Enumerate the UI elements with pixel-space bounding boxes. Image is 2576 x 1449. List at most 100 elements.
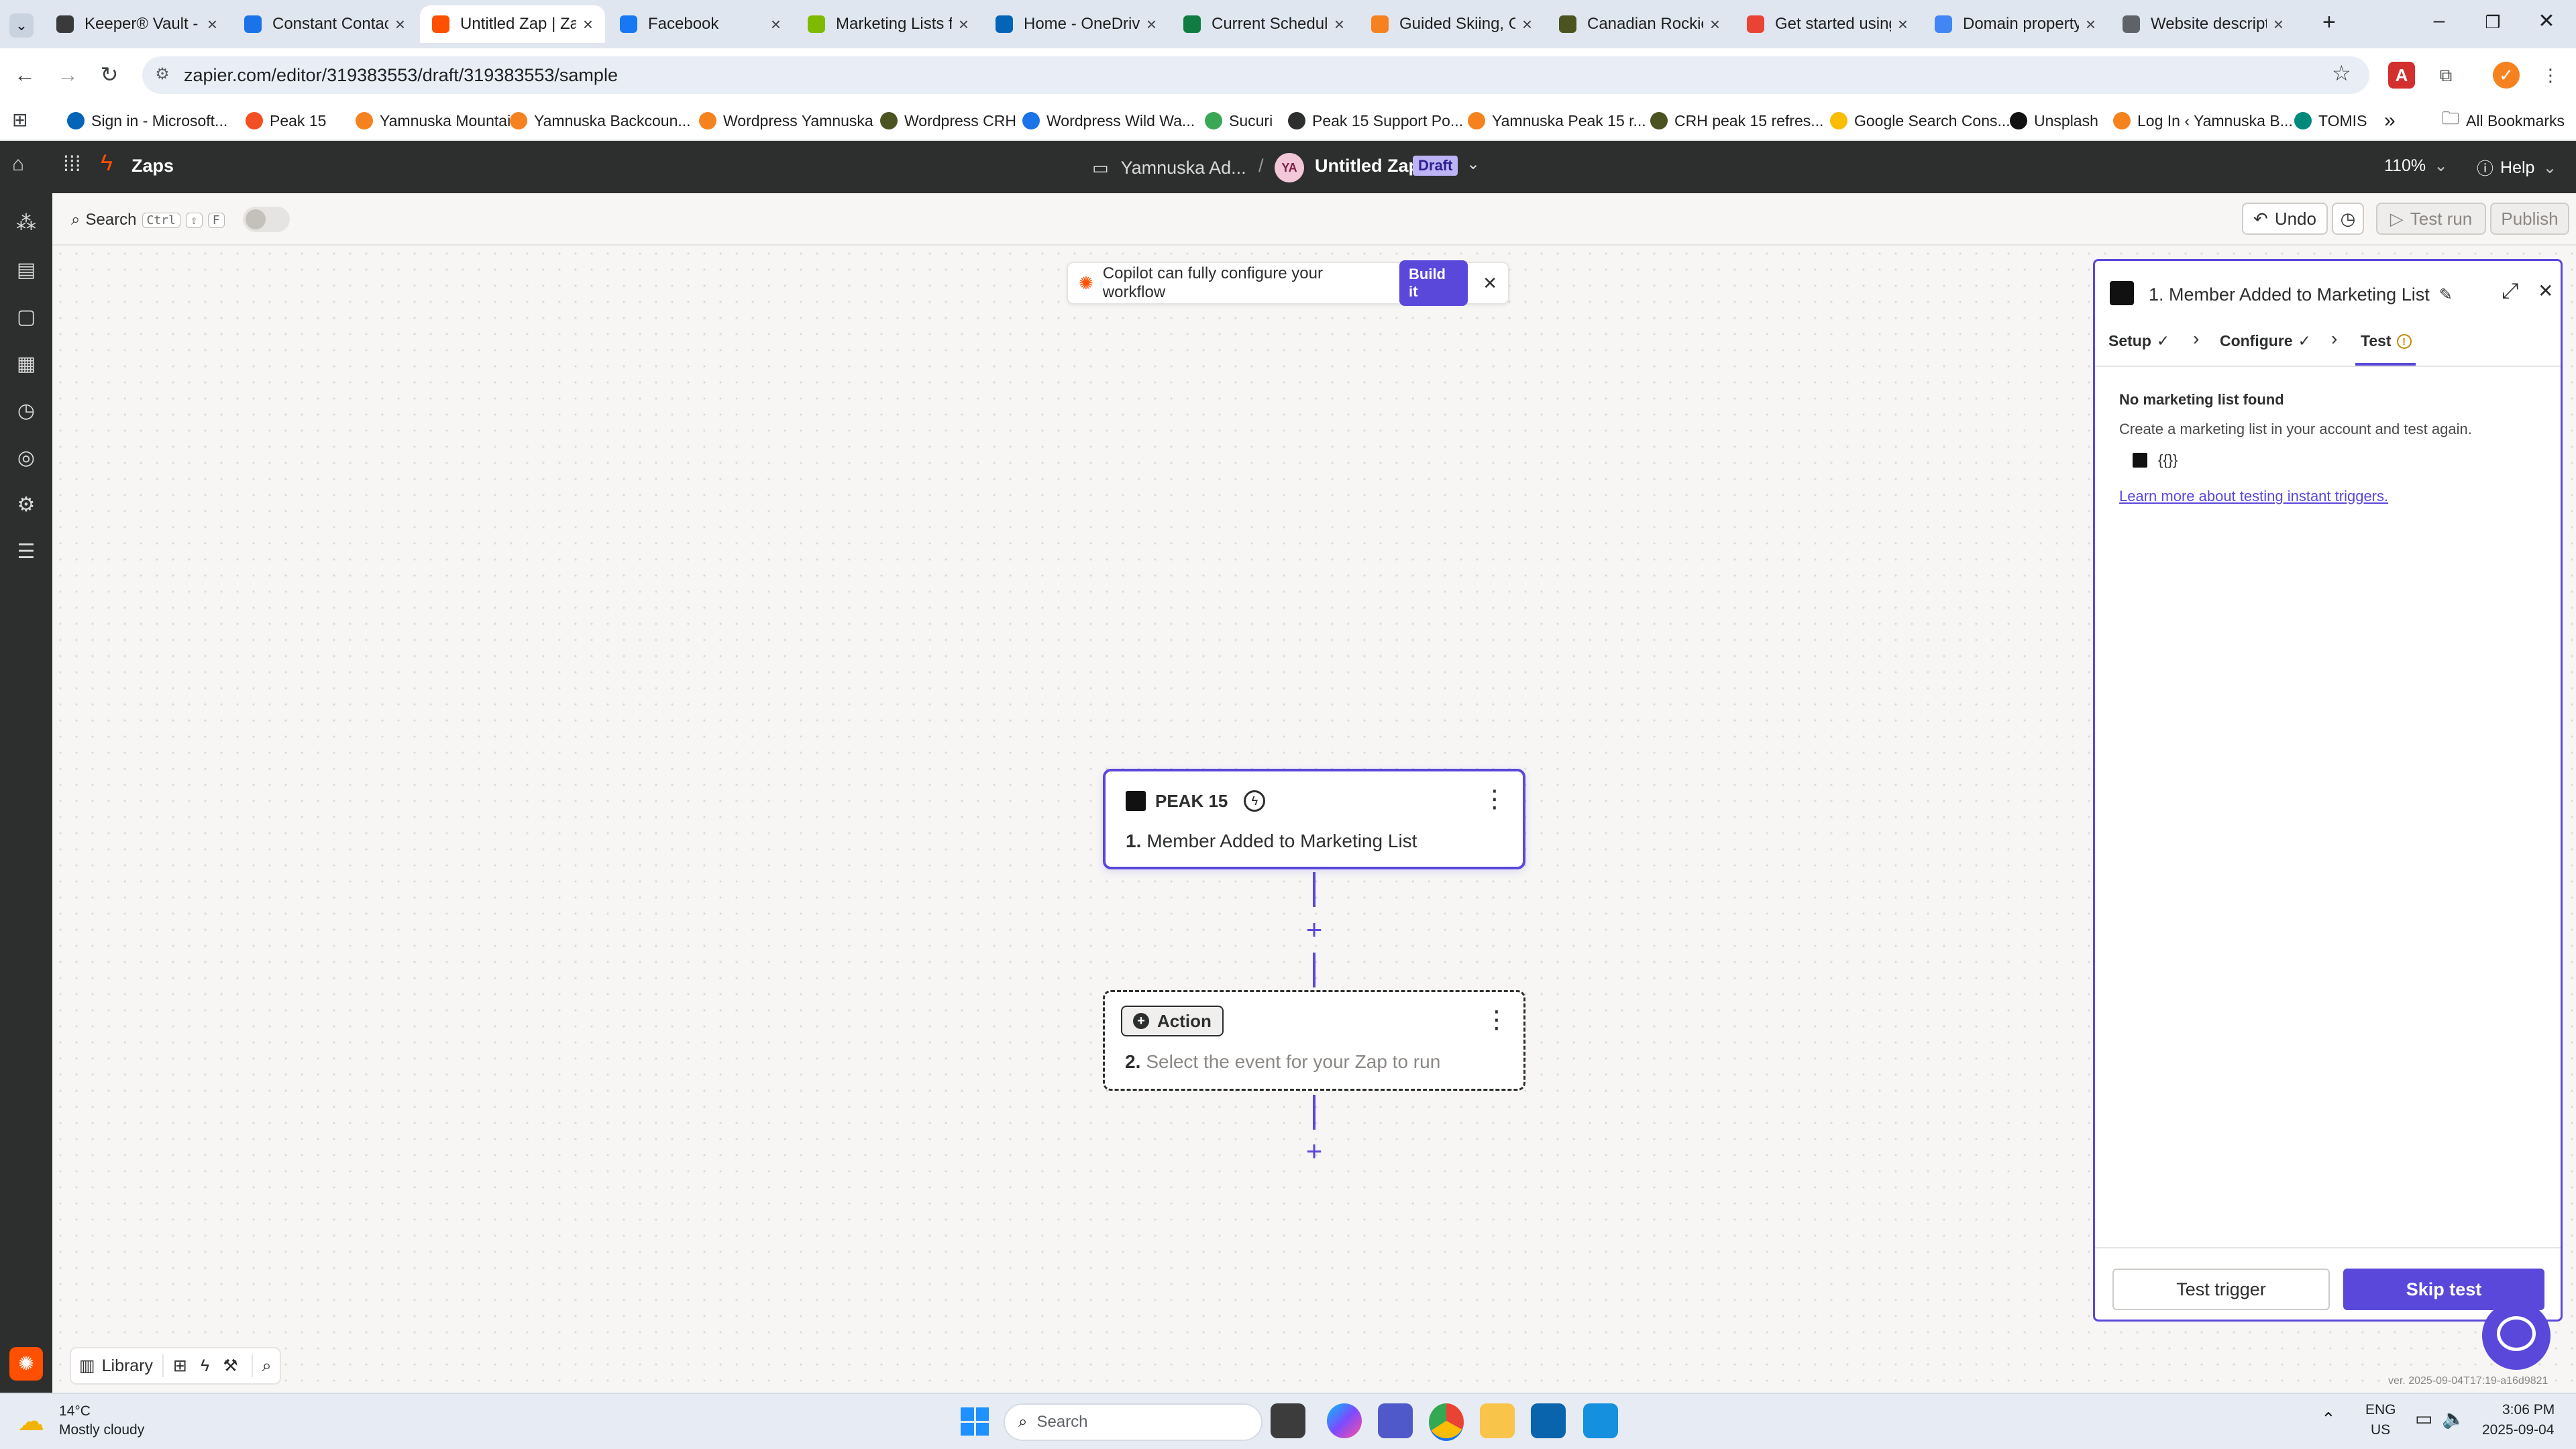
zaps-link[interactable]: Zaps	[131, 156, 174, 176]
tab-close-icon[interactable]: ×	[1898, 14, 1908, 35]
home-icon[interactable]: ⌂	[12, 153, 24, 176]
browser-tab[interactable]: Home - OneDrive ×	[983, 5, 1169, 43]
all-bookmarks[interactable]: 🗀 All Bookmarks	[2442, 107, 2565, 134]
bookmark-item[interactable]: Peak 15	[246, 107, 326, 134]
bookmark-item[interactable]: CRH peak 15 refres...	[1650, 107, 1823, 134]
tab-close-icon[interactable]: ×	[1146, 14, 1157, 35]
weather-cloud-sun-icon[interactable]: ☁	[17, 1406, 44, 1437]
tools-icon[interactable]: ⚒	[223, 1356, 237, 1376]
file-explorer-icon[interactable]	[1480, 1403, 1515, 1438]
browser-tab[interactable]: Marketing Lists f ×	[796, 5, 981, 43]
tab-close-icon[interactable]: ×	[395, 14, 405, 35]
pdf-extension-icon[interactable]: A	[2388, 62, 2415, 89]
tab-test[interactable]: Test !	[2361, 332, 2412, 350]
browser-tab[interactable]: Guided Skiing, C ×	[1359, 5, 1544, 43]
bookmark-item[interactable]: Yamnuska Peak 15 r...	[1468, 107, 1646, 134]
close-icon[interactable]: ✕	[1483, 273, 1497, 294]
task-view-icon[interactable]	[1271, 1403, 1305, 1438]
outlook-icon[interactable]	[1531, 1403, 1566, 1438]
chat-support-button[interactable]	[2482, 1301, 2551, 1370]
calendar-icon[interactable]: ▦	[11, 349, 42, 380]
browser-tab[interactable]: Facebook ×	[608, 5, 793, 43]
bookmark-item[interactable]: Yamnuska Backcoun...	[510, 107, 691, 134]
apps-icon[interactable]: ⁂	[11, 208, 42, 239]
site-info-icon[interactable]: ⚙	[152, 64, 173, 86]
minimize-icon[interactable]: –	[2424, 9, 2454, 32]
bookmark-item[interactable]: Peak 15 Support Po...	[1288, 107, 1463, 134]
activity-icon[interactable]: ◎	[11, 443, 42, 474]
tab-search-icon[interactable]: ⌄	[9, 13, 34, 38]
browser-tab[interactable]: Constant Contact ×	[232, 5, 417, 43]
tab-close-icon[interactable]: ×	[1522, 14, 1532, 35]
restore-icon[interactable]: ❐	[2478, 12, 2508, 33]
test-trigger-button[interactable]: Test trigger	[2112, 1269, 2330, 1310]
weather-temperature[interactable]: 14°C	[59, 1403, 91, 1419]
expand-icon[interactable]: ⤢	[2502, 278, 2519, 304]
tab-close-icon[interactable]: ×	[2273, 14, 2284, 35]
zap-title-chevron-down-icon[interactable]: ⌄	[1466, 154, 1480, 174]
settings-gear-icon[interactable]: ⚙	[11, 490, 42, 521]
canvas-toggle[interactable]	[243, 207, 290, 232]
extensions-icon[interactable]: ⧉	[2432, 62, 2459, 89]
volume-icon[interactable]: 🔈	[2442, 1407, 2465, 1430]
publish-button[interactable]: Publish	[2490, 203, 2569, 235]
bookmark-item[interactable]: Wordpress CRH	[880, 107, 1016, 134]
bolt-icon[interactable]: ϟ	[201, 1356, 209, 1376]
apps-grid-icon[interactable]: ⊞	[12, 109, 28, 131]
layout-icon[interactable]: ⊞	[173, 1356, 187, 1376]
tab-configure[interactable]: Configure ✓	[2220, 332, 2311, 350]
library-button[interactable]: ▥ Library	[79, 1356, 153, 1376]
new-tab-icon[interactable]: +	[2322, 9, 2336, 36]
version-history-icon[interactable]: ◷	[2332, 203, 2364, 235]
canvas-search[interactable]: ⌕ Search Ctrl ⇧ F	[71, 207, 225, 233]
tab-setup[interactable]: Setup ✓	[2108, 332, 2169, 350]
help-menu[interactable]: ⓘ Help ⌄	[2477, 156, 2557, 180]
bookmark-item[interactable]: TOMIS	[2294, 107, 2367, 134]
browser-tab[interactable]: Canadian Rockie ×	[1547, 5, 1732, 43]
windows-start-icon[interactable]	[961, 1407, 989, 1436]
forward-icon[interactable]: →	[52, 59, 83, 90]
close-window-icon[interactable]: ✕	[2532, 9, 2561, 33]
tab-close-icon[interactable]: ×	[207, 14, 217, 35]
teams-icon[interactable]	[1378, 1403, 1413, 1438]
bookmark-item[interactable]: Wordpress Yamnuska	[699, 107, 873, 134]
browser-tab[interactable]: Keeper® Vault - ×	[44, 5, 229, 43]
tab-close-icon[interactable]: ×	[959, 14, 969, 35]
trigger-step-card[interactable]: PEAK 15 ϟ ⋮ 1. Member Added to Marketing…	[1103, 769, 1525, 869]
bookmark-item[interactable]: Sign in - Microsoft...	[67, 107, 227, 134]
bookmark-star-icon[interactable]: ☆	[2332, 60, 2351, 86]
more-bookmarks-icon[interactable]: »	[2384, 107, 2396, 134]
bookmark-item[interactable]: Google Search Cons...	[1830, 107, 2010, 134]
weather-condition[interactable]: Mostly cloudy	[59, 1422, 144, 1438]
chrome-icon[interactable]	[1429, 1403, 1464, 1441]
copilot-app-icon[interactable]	[1327, 1403, 1362, 1438]
step1-more-icon[interactable]: ⋮	[1483, 785, 1507, 813]
zap-title[interactable]: Untitled Zap	[1315, 156, 1419, 176]
back-icon[interactable]: ←	[9, 59, 40, 90]
network-icon[interactable]: ▭	[2415, 1407, 2432, 1430]
close-panel-icon[interactable]: ✕	[2538, 280, 2553, 302]
app-switcher-icon[interactable]: ⁞⁞⁞	[63, 152, 81, 176]
bookmark-item[interactable]: Sucuri	[1205, 107, 1273, 134]
bookmark-item[interactable]: Unsplash	[2010, 107, 2098, 134]
tab-close-icon[interactable]: ×	[2086, 14, 2096, 35]
tray-chevron-up-icon[interactable]: ⌃	[2321, 1409, 2336, 1430]
browser-tab[interactable]: Get started using ×	[1735, 5, 1920, 43]
tab-close-icon[interactable]: ×	[1334, 14, 1344, 35]
language-top[interactable]: ENG	[2365, 1402, 2396, 1418]
copilot-launcher-icon[interactable]: ✺	[9, 1347, 43, 1381]
bookmark-item[interactable]: Log In ‹ Yamnuska B...	[2113, 107, 2293, 134]
taskbar-search[interactable]: ⌕ Search	[1004, 1403, 1263, 1441]
browser-tab[interactable]: Domain property ×	[1923, 5, 2108, 43]
browser-menu-icon[interactable]: ⋮	[2537, 62, 2564, 89]
reload-icon[interactable]: ↻	[94, 59, 125, 90]
outlook-new-icon[interactable]	[1583, 1403, 1618, 1438]
clock-date[interactable]: 2025-09-04	[2482, 1422, 2554, 1438]
action-step-card[interactable]: + Action ⋮ 2. Select the event for your …	[1103, 990, 1525, 1091]
profile-avatar[interactable]: ✓	[2493, 62, 2520, 89]
bookmark-item[interactable]: Wordpress Wild Wa...	[1022, 107, 1195, 134]
browser-tab[interactable]: Website descript ×	[2110, 5, 2296, 43]
zoom-control[interactable]: 110% ⌄	[2384, 156, 2448, 176]
build-it-button[interactable]: Build it	[1399, 260, 1468, 306]
tab-close-icon[interactable]: ×	[583, 14, 593, 35]
